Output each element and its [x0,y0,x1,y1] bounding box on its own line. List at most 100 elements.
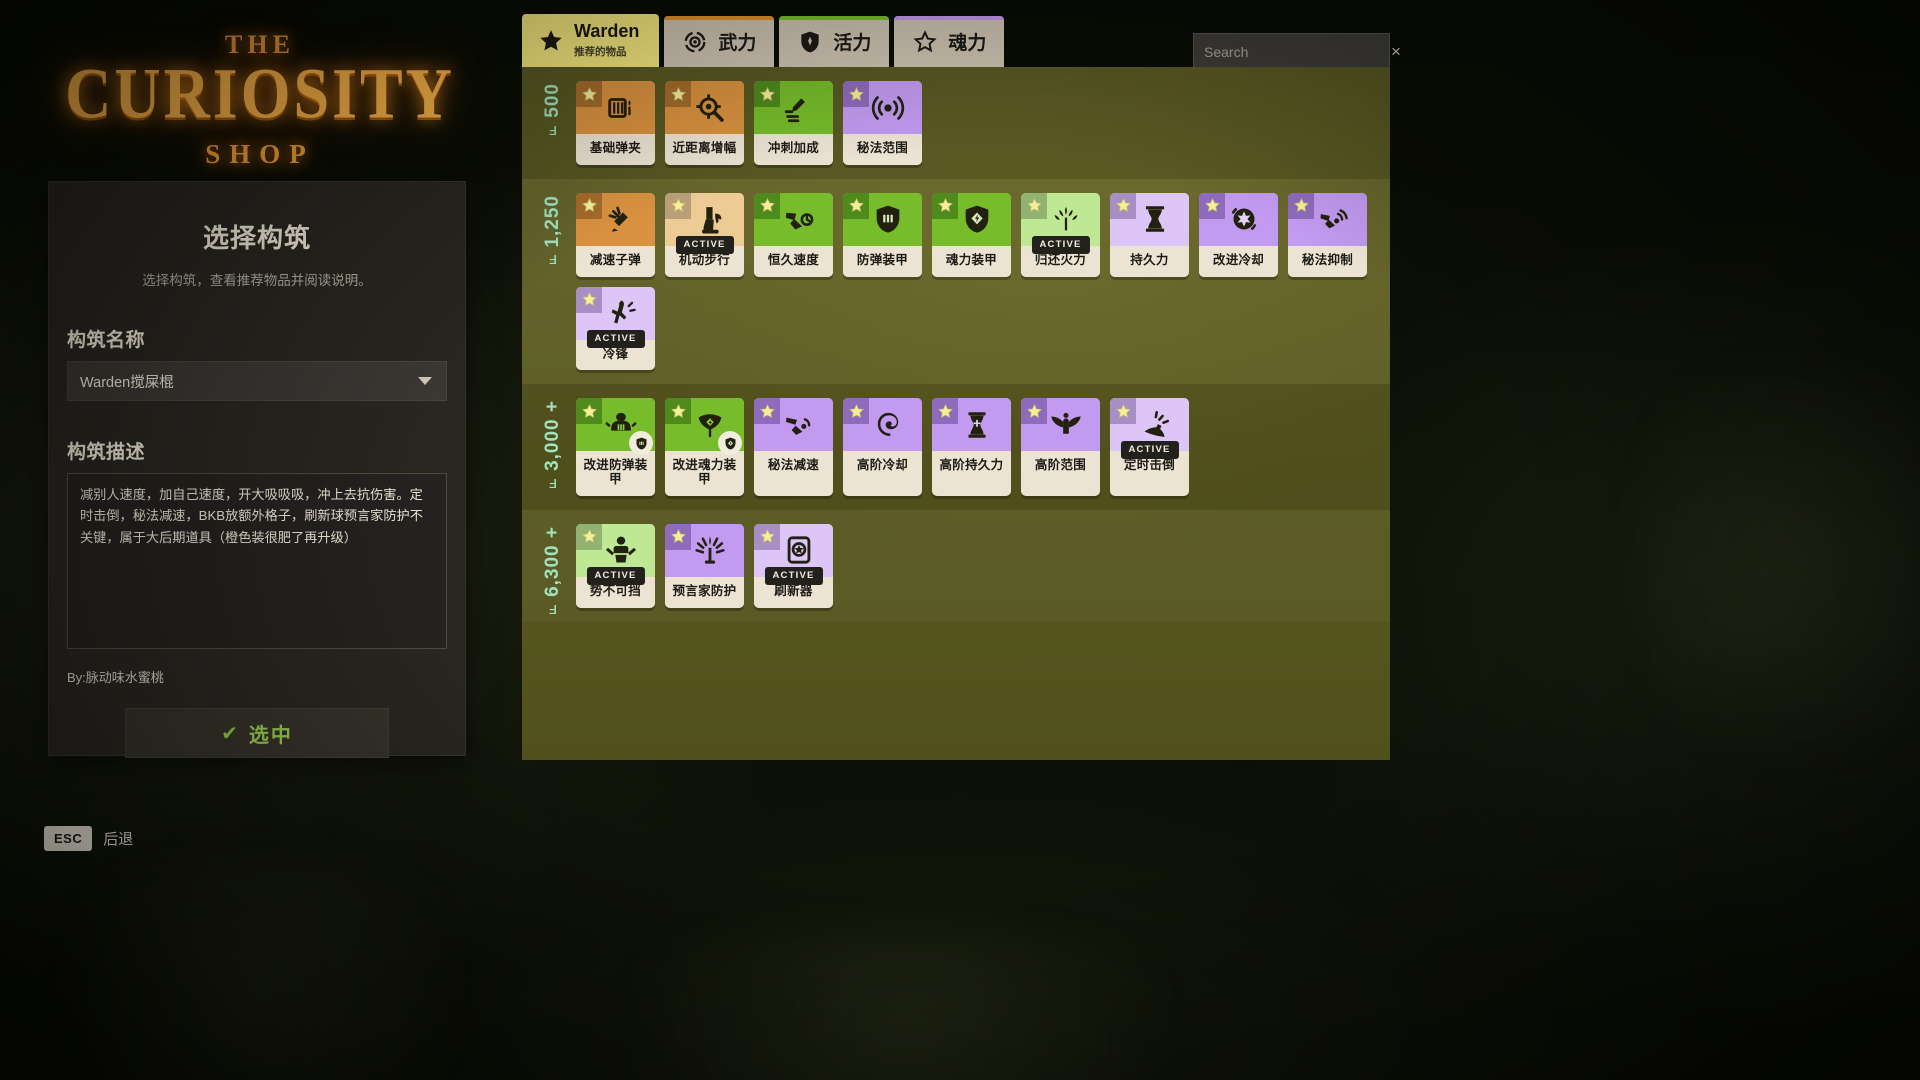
item-card[interactable]: 持久力 [1110,192,1189,277]
item-card[interactable]: ACTIVE 刷新器 [754,523,833,608]
cold-front-icon [604,296,638,330]
ammo-clip-icon [604,91,638,125]
item-card[interactable]: 减速子弹 [576,192,655,277]
price-tier-row: 6,300 + ⅎ ACTIVE 势不可挡 预言家防护 ACTIVE 刷新器 [522,510,1390,622]
tab-label: Warden [574,21,640,41]
item-artwork [665,81,744,134]
recommended-star-icon [1110,192,1136,219]
tab-text: Warden 推荐的物品 [574,22,639,59]
item-card[interactable]: 改进防弹装甲 [576,398,655,496]
tab-label: 活力 [833,33,872,54]
recommended-star-icon [576,398,602,425]
souls-currency-icon: ⅎ [548,249,558,269]
back-control[interactable]: ESC 后退 [44,826,133,851]
tier-item-grid: 改进防弹装甲 改进魂力装甲 秘法减速 高阶冷却 高阶持久力 高阶范围 ACTIVE 定时击倒 [576,398,1390,496]
item-card[interactable]: 魂力装甲 [932,192,1011,277]
active-badge: ACTIVE [586,566,645,585]
build-description-text[interactable]: 减别人速度，加自己速度，开大吸吸吸，冲上去抗伤害。定时击倒，秘法减速，BKB放额… [67,473,447,649]
item-name: 减速子弹 [576,245,655,277]
tab-category-2[interactable]: 活力 [779,16,890,67]
item-artwork: ACTIVE [1021,192,1100,254]
recommended-star-icon [1021,398,1047,425]
scope-icon [693,91,727,125]
item-name: 魂力装甲 [932,245,1011,277]
recommended-star-icon [1021,192,1047,219]
recommended-star-icon [754,523,780,550]
item-card[interactable]: 预言家防护 [665,523,744,608]
recommended-star-icon [576,523,602,550]
tier-item-grid: 基础弹夹 近距离增幅 冲刺加成 秘法范围 [576,81,1390,165]
active-badge: ACTIVE [764,566,823,585]
item-card[interactable]: 高阶冷却 [843,398,922,496]
item-card[interactable]: ACTIVE 冷锋 [576,286,655,371]
target-icon [682,29,708,55]
item-card[interactable]: ACTIVE 定时击倒 [1110,398,1189,496]
item-card[interactable]: 恒久速度 [754,192,833,277]
item-card[interactable]: ACTIVE 机动步行 [665,192,744,277]
souls-currency-icon: ⅎ [548,473,558,493]
item-artwork: ACTIVE [665,192,744,254]
tab-recommended[interactable]: Warden 推荐的物品 [522,14,660,67]
arcane-slow-icon [782,408,816,442]
item-card[interactable]: 秘法抑制 [1288,192,1367,277]
active-badge: ACTIVE [586,329,645,348]
build-name-select[interactable]: Warden搅屎棍 [67,361,447,401]
tab-category-1[interactable]: 武力 [664,16,775,67]
tier-price-amount: 1,250 [542,194,563,248]
recommended-star-icon [665,523,691,550]
item-name: 基础弹夹 [576,134,655,165]
tab-accent-bar [664,16,775,20]
build-description-label: 构筑描述 [67,442,146,463]
item-card[interactable]: 秘法减速 [754,398,833,496]
page-subtitle: 选择构筑，查看推荐物品并阅读说明。 [142,273,372,288]
swirl-icon [871,408,905,442]
hourglass-plus-icon [960,408,994,442]
recommended-star-icon [843,81,869,107]
item-card[interactable]: 基础弹夹 [576,81,655,165]
recommended-star-icon [754,81,780,107]
search-input[interactable] [1204,43,1385,60]
item-name: 冲刺加成 [754,134,833,165]
item-board: 500 ⅎ 基础弹夹 近距离增幅 冲刺加成 秘法范围 1,250 ⅎ 减速子弹 ACTIVE 机动步… [522,67,1390,760]
item-card[interactable]: 改进冷却 [1199,192,1278,277]
item-artwork [843,81,922,134]
item-artwork [665,398,744,456]
search-box[interactable]: × [1193,33,1401,70]
item-artwork [665,523,744,577]
item-card[interactable]: 秘法范围 [843,81,922,165]
recommended-star-icon [665,81,691,107]
item-card[interactable]: 近距离增幅 [665,81,744,165]
souls-currency-icon: ⅎ [548,119,558,139]
select-build-button[interactable]: ✔ 选中 [125,708,389,758]
refresher-icon [782,533,816,567]
tab-accent-bar [894,16,1005,20]
item-card[interactable]: 冲刺加成 [754,81,833,165]
logo-line-main: CURIOSITY [65,53,455,134]
clear-icon[interactable]: × [1385,42,1401,62]
select-build-label: 选中 [248,724,293,747]
winged-boot-icon [693,202,727,236]
recommended-star-icon [665,398,691,425]
logo-line-shop: SHOP [205,139,315,170]
tab-category-3[interactable]: 魂力 [894,16,1005,67]
chevron-down-icon [418,377,432,385]
recommended-star-icon [932,192,958,219]
item-card[interactable]: 高阶范围 [1021,398,1100,496]
item-name: 高阶范围 [1021,451,1100,482]
item-card[interactable]: 防弹装甲 [843,192,922,277]
item-artwork: ACTIVE [576,523,655,585]
item-card[interactable]: 改进魂力装甲 [665,398,744,496]
item-artwork [1021,398,1100,452]
item-card[interactable]: ACTIVE 归还火力 [1021,192,1100,277]
slow-bullet-icon [604,202,638,236]
esc-key-badge: ESC [44,826,93,851]
star-outline-icon [912,29,938,55]
sprint-boot-icon [782,91,816,125]
item-name: 持久力 [1110,245,1189,277]
tier-item-grid: 减速子弹 ACTIVE 机动步行 恒久速度 防弹装甲 魂力装甲 ACTIVE 归还火力 持久力改… [576,192,1390,371]
recommended-star-icon [754,192,780,219]
tier-item-grid: ACTIVE 势不可挡 预言家防护 ACTIVE 刷新器 [576,523,1390,608]
recommended-star-icon [576,286,602,313]
item-card[interactable]: ACTIVE 势不可挡 [576,523,655,608]
item-card[interactable]: 高阶持久力 [932,398,1011,496]
